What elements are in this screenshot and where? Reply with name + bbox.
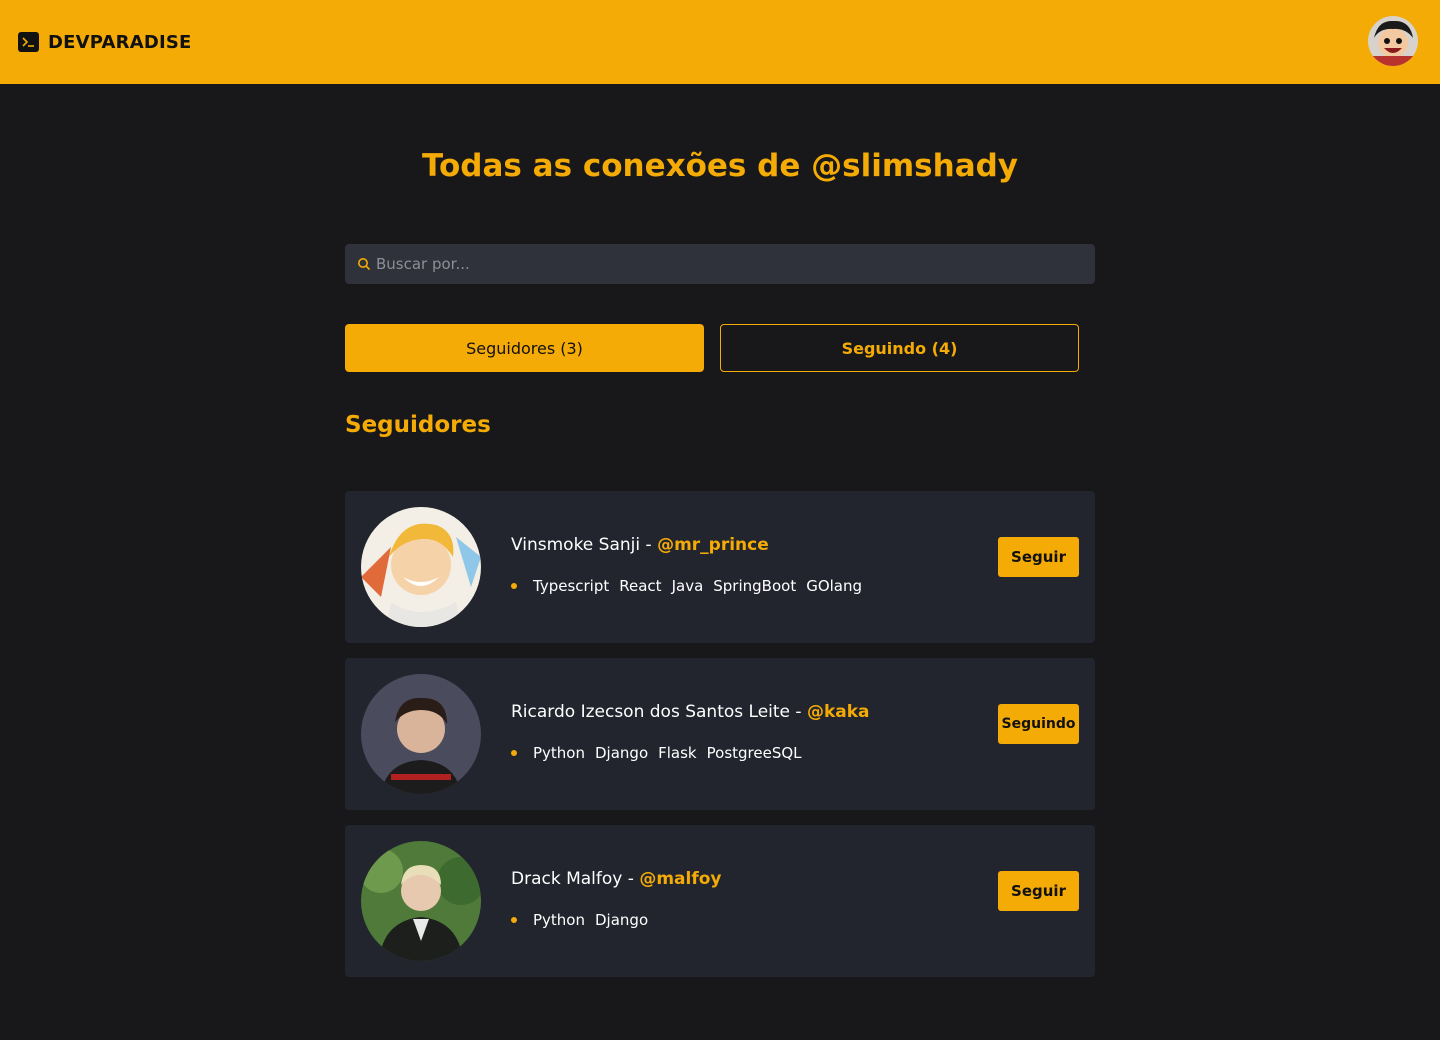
name-separator: - xyxy=(790,702,807,722)
follower-card: Drack Malfoy - @malfoy Python Django Seg… xyxy=(345,825,1095,977)
follow-button[interactable]: Seguir xyxy=(998,871,1079,911)
avatar[interactable] xyxy=(361,507,481,627)
bullet-dot xyxy=(511,750,517,756)
follower-card: Vinsmoke Sanji - @mr_prince Typescript R… xyxy=(345,491,1095,643)
tab-following[interactable]: Seguindo (4) xyxy=(720,324,1079,372)
skill-tag: Python xyxy=(533,911,585,929)
user-avatar[interactable] xyxy=(1368,16,1418,66)
name-separator: - xyxy=(640,535,658,555)
terminal-icon xyxy=(18,32,39,52)
skill-tag: Typescript xyxy=(533,577,610,595)
following-button[interactable]: Seguindo xyxy=(998,704,1079,744)
follower-name: Drack Malfoy xyxy=(511,869,623,889)
skills-list: Typescript React Java SpringBoot GOlang xyxy=(511,577,872,595)
bullet-dot xyxy=(511,583,517,589)
skill-tag: Django xyxy=(595,744,649,762)
avatar[interactable] xyxy=(361,841,481,961)
follower-name-line: Vinsmoke Sanji - @mr_prince xyxy=(511,535,769,555)
bullet-dot xyxy=(511,917,517,923)
skill-tag: React xyxy=(619,577,662,595)
skills-list: Python Django Flask PostgreeSQL xyxy=(511,744,812,762)
follower-handle[interactable]: @kaka xyxy=(807,702,870,722)
follow-button[interactable]: Seguir xyxy=(998,537,1079,577)
follower-name: Vinsmoke Sanji xyxy=(511,535,641,555)
skill-tag: Flask xyxy=(658,744,697,762)
section-title: Seguidores xyxy=(345,412,491,438)
avatar[interactable] xyxy=(361,674,481,794)
search-input[interactable] xyxy=(376,255,1076,273)
skill-tag: Python xyxy=(533,744,585,762)
follower-name-line: Drack Malfoy - @malfoy xyxy=(511,869,721,889)
page-title: Todas as conexões de @slimshady xyxy=(421,148,1019,184)
name-separator: - xyxy=(622,869,640,889)
top-bar: DEVPARADISE xyxy=(0,0,1440,84)
brand-logo[interactable]: DEVPARADISE xyxy=(18,31,192,53)
follower-card: Ricardo Izecson dos Santos Leite - @kaka… xyxy=(345,658,1095,810)
skills-list: Python Django xyxy=(511,911,658,929)
skill-tag: SpringBoot xyxy=(713,577,797,595)
skill-tag: PostgreeSQL xyxy=(706,744,802,762)
follower-handle[interactable]: @mr_prince xyxy=(657,535,769,555)
search-icon xyxy=(357,257,371,271)
skill-tag: Java xyxy=(671,577,704,595)
skill-tag: GOlang xyxy=(806,577,863,595)
skill-tag: Django xyxy=(595,911,649,929)
brand-name: DEVPARADISE xyxy=(48,31,192,53)
follower-name: Ricardo Izecson dos Santos Leite xyxy=(511,702,791,722)
follower-handle[interactable]: @malfoy xyxy=(639,869,721,889)
search-bar[interactable] xyxy=(345,244,1095,284)
tab-followers[interactable]: Seguidores (3) xyxy=(345,324,704,372)
follower-name-line: Ricardo Izecson dos Santos Leite - @kaka xyxy=(511,702,870,722)
